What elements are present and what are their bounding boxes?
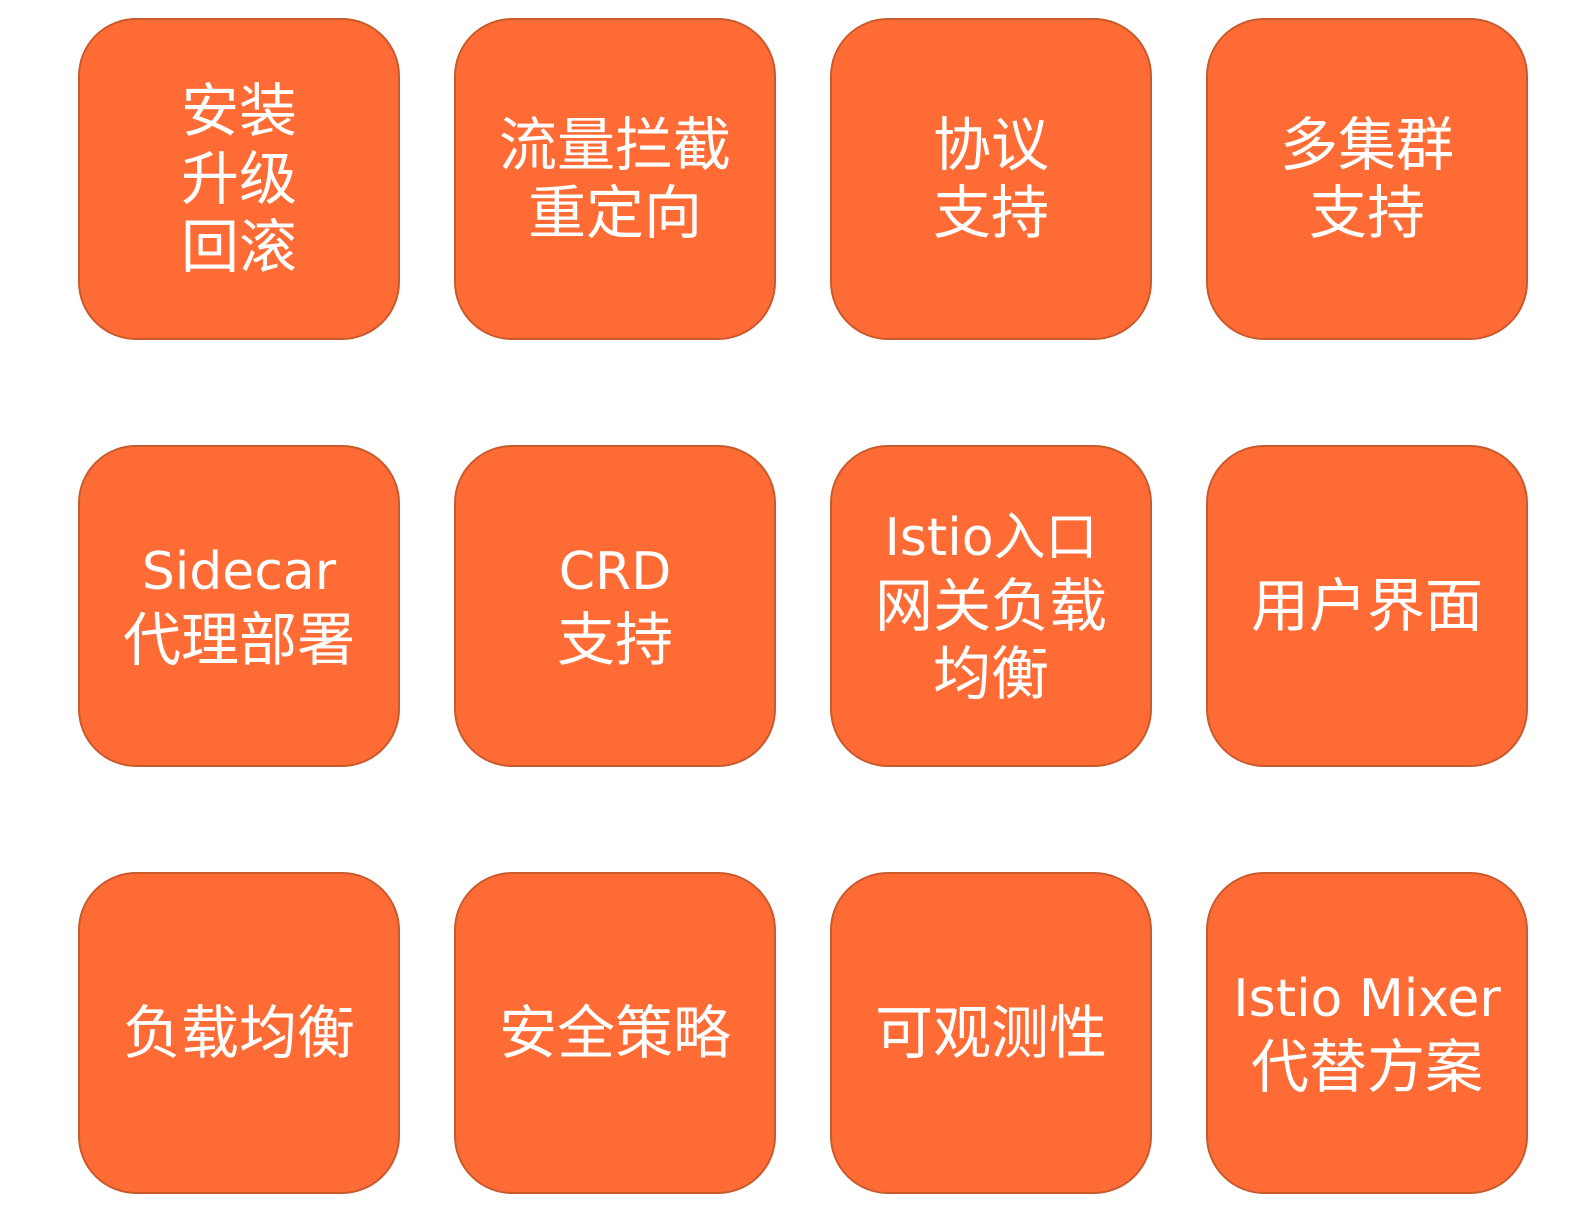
tile-sidecar-deployment: Sidecar 代理部署 [78, 445, 400, 767]
tile-security-policy: 安全策略 [454, 872, 776, 1194]
tile-line: 回滚 [180, 213, 297, 281]
tile-line: 升级 [180, 145, 297, 213]
tile-crd-support: CRD 支持 [454, 445, 776, 767]
tile-ingress-gateway: Istio入口 网关负载 均衡 [830, 445, 1152, 767]
tile-line: 均衡 [932, 640, 1049, 708]
tile-line: Istio入口 [884, 508, 1098, 568]
tile-protocol-support: 协议 支持 [830, 18, 1152, 340]
tile-line: 支持 [1308, 179, 1425, 247]
tile-line: 用户界面 [1250, 572, 1483, 640]
tile-line: Sidecar [141, 542, 337, 602]
tile-line: 安全策略 [498, 999, 731, 1067]
tile-line: CRD [558, 542, 672, 602]
tile-line: 安装 [180, 77, 297, 145]
tile-multicluster-support: 多集群 支持 [1206, 18, 1528, 340]
tile-line: 多集群 [1279, 111, 1454, 179]
tile-line: 代理部署 [122, 606, 355, 674]
tile-user-interface: 用户界面 [1206, 445, 1528, 767]
tile-line: 协议 [932, 111, 1049, 179]
tile-line: 支持 [556, 606, 673, 674]
tile-line: 流量拦截 [498, 111, 731, 179]
tile-observability: 可观测性 [830, 872, 1152, 1194]
tile-line: 重定向 [527, 179, 702, 247]
tile-line: 负载均衡 [122, 999, 355, 1067]
tile-mixer-alternative: Istio Mixer 代替方案 [1206, 872, 1528, 1194]
tile-line: 支持 [932, 179, 1049, 247]
tile-line: Istio Mixer [1233, 969, 1501, 1029]
tile-load-balancing: 负载均衡 [78, 872, 400, 1194]
tile-install-upgrade-rollback: 安装 升级 回滚 [78, 18, 400, 340]
tile-line: 代替方案 [1250, 1033, 1483, 1101]
tile-line: 网关负载 [874, 572, 1107, 640]
tile-line: 可观测性 [874, 999, 1107, 1067]
tile-traffic-interception: 流量拦截 重定向 [454, 18, 776, 340]
